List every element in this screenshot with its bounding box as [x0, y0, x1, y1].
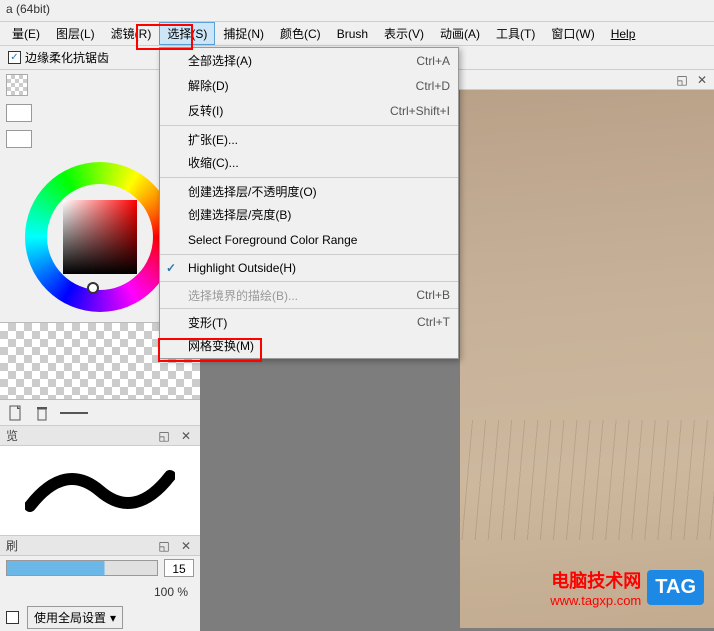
- watermark-url: www.tagxp.com: [550, 593, 641, 608]
- preview-section-header: 览 ◱ ✕: [0, 426, 200, 446]
- dd-deselect[interactable]: 解除(D)Ctrl+D: [160, 73, 458, 98]
- detach-icon[interactable]: ◱: [156, 428, 172, 444]
- bottom-controls: 使用全局设置▾: [0, 604, 200, 631]
- menu-snap[interactable]: 捕捉(N): [215, 22, 272, 45]
- menu-layer[interactable]: 图层(L): [48, 22, 103, 45]
- brush-section-header: 刷 ◱ ✕: [0, 536, 200, 556]
- close-icon[interactable]: ✕: [178, 428, 194, 444]
- brush-preview: [0, 446, 200, 536]
- new-doc-icon[interactable]: [8, 405, 24, 421]
- menu-edit[interactable]: 量(E): [4, 22, 48, 45]
- size-value[interactable]: 15: [164, 559, 194, 577]
- dd-draw-border: 选择境界的描绘(B)...Ctrl+B: [160, 281, 458, 306]
- watermark: 电脑技术网 www.tagxp.com TAG: [550, 567, 704, 608]
- canvas-image[interactable]: [460, 90, 714, 628]
- sv-box[interactable]: [63, 200, 137, 274]
- menu-brush[interactable]: Brush: [329, 24, 376, 44]
- watermark-title: 电脑技术网: [550, 567, 641, 593]
- menu-animation[interactable]: 动画(A): [432, 22, 488, 45]
- select-dropdown: 全部选择(A)Ctrl+A 解除(D)Ctrl+D 反转(I)Ctrl+Shif…: [159, 47, 459, 359]
- dd-select-fg-range[interactable]: Select Foreground Color Range: [160, 227, 458, 252]
- check-icon: ✓: [166, 261, 176, 275]
- tool-icon-row: [0, 400, 200, 426]
- dd-create-sel-opacity[interactable]: 创建选择层/不透明度(O): [160, 177, 458, 202]
- dd-select-all[interactable]: 全部选择(A)Ctrl+A: [160, 48, 458, 73]
- hue-indicator[interactable]: [87, 282, 99, 294]
- detach-icon-2[interactable]: ◱: [156, 538, 172, 554]
- dd-transform[interactable]: 变形(T)Ctrl+T: [160, 308, 458, 333]
- menu-view[interactable]: 表示(V): [376, 22, 432, 45]
- watermark-tag: TAG: [647, 570, 704, 605]
- brush-stroke-icon: [25, 466, 175, 516]
- title-bar: a (64bit): [0, 0, 714, 22]
- swatch-checker[interactable]: [6, 74, 28, 96]
- percent-label: 100 %: [154, 585, 194, 599]
- dd-highlight-outside[interactable]: ✓Highlight Outside(H): [160, 254, 458, 279]
- detach-icon-3[interactable]: ◱: [674, 72, 690, 88]
- dd-mesh-transform[interactable]: 网格变换(M): [160, 333, 458, 358]
- chevron-down-icon: ▾: [110, 611, 116, 625]
- line-preview-icon: [60, 412, 88, 414]
- menu-tool[interactable]: 工具(T): [488, 22, 543, 45]
- trash-icon[interactable]: [34, 405, 50, 421]
- global-settings-checkbox[interactable]: [6, 611, 19, 624]
- menu-bar: 量(E) 图层(L) 滤镜(R) 选择(S) 捕捉(N) 颜色(C) Brush…: [0, 22, 714, 46]
- color-wheel[interactable]: [25, 162, 175, 312]
- menu-select[interactable]: 选择(S): [159, 22, 215, 45]
- menu-filter[interactable]: 滤镜(R): [103, 22, 160, 45]
- window-title: a (64bit): [6, 2, 50, 16]
- color-input-2[interactable]: [6, 130, 32, 148]
- global-settings-dropdown[interactable]: 使用全局设置▾: [27, 606, 123, 629]
- brush-section-title: 刷: [6, 537, 18, 554]
- preview-section-title: 览: [6, 427, 18, 444]
- menu-window[interactable]: 窗口(W): [543, 22, 602, 45]
- dd-contract[interactable]: 收缩(C)...: [160, 150, 458, 175]
- size-slider[interactable]: [6, 560, 158, 576]
- size-slider-row: 15: [0, 556, 200, 580]
- menu-color[interactable]: 颜色(C): [272, 22, 329, 45]
- dd-create-sel-brightness[interactable]: 创建选择层/亮度(B): [160, 202, 458, 227]
- dd-invert[interactable]: 反转(I)Ctrl+Shift+I: [160, 98, 458, 123]
- close-icon-2[interactable]: ✕: [178, 538, 194, 554]
- menu-help[interactable]: Help: [603, 24, 644, 44]
- close-icon-3[interactable]: ✕: [694, 72, 710, 88]
- antialias-checkbox[interactable]: ✓: [8, 51, 21, 64]
- dd-expand[interactable]: 扩张(E)...: [160, 125, 458, 150]
- antialias-label: 边缘柔化抗锯齿: [25, 49, 109, 66]
- color-input-1[interactable]: [6, 104, 32, 122]
